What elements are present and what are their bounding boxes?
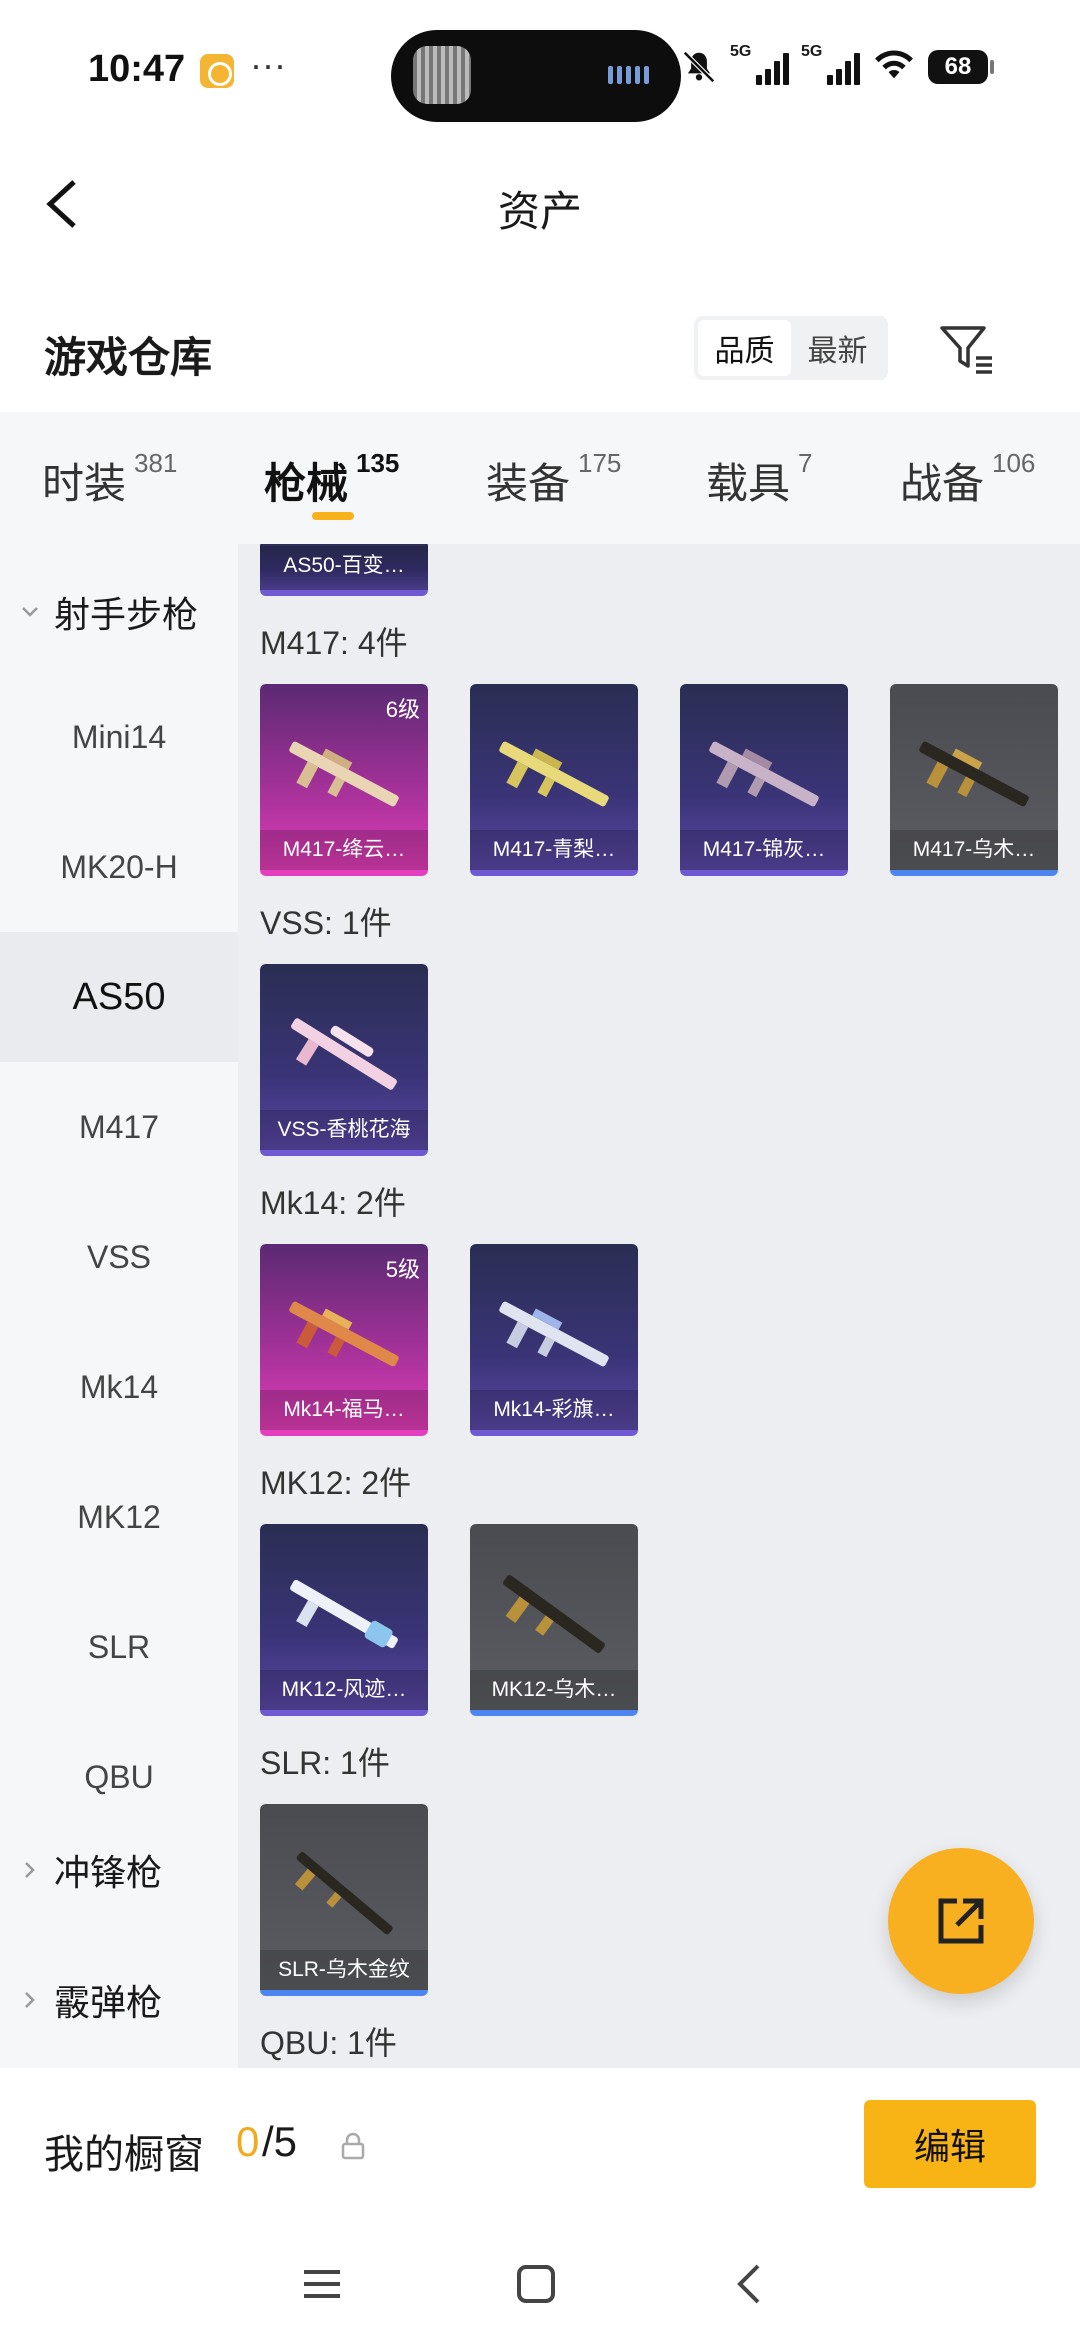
item-card[interactable]: 5级 Mk14-福马… bbox=[260, 1244, 428, 1436]
rifle-icon bbox=[709, 741, 819, 807]
menu-icon[interactable] bbox=[298, 2260, 346, 2308]
more-notifications-indicator: ··· bbox=[250, 44, 286, 85]
warehouse-title: 游戏仓库 bbox=[44, 334, 213, 381]
sidebar-item-mk12[interactable]: MK12 bbox=[0, 1452, 238, 1582]
item-card-name: VSS-香桃花海 bbox=[260, 1110, 428, 1150]
back-icon[interactable] bbox=[726, 2260, 774, 2308]
section-title: MK12: 2件 bbox=[260, 1465, 412, 1501]
item-card[interactable]: 6级 M417-绛云… bbox=[260, 684, 428, 876]
media-thumbnail-icon bbox=[413, 46, 471, 104]
sidebar-item-as50[interactable]: AS50 bbox=[0, 932, 238, 1062]
item-level-badge: 6级 bbox=[385, 697, 420, 722]
item-card[interactable]: M417-乌木… bbox=[890, 684, 1058, 876]
tab-fashion[interactable]: 时装 381 bbox=[42, 448, 177, 511]
showcase-label: 我的橱窗 bbox=[44, 2133, 204, 2177]
sidebar-item-mk20h[interactable]: MK20-H bbox=[0, 802, 238, 932]
section-title: VSS: 1件 bbox=[260, 905, 392, 941]
chevron-down-icon bbox=[22, 607, 38, 617]
status-bar: 10:47 ··· 5G 5G 68 bbox=[0, 0, 1080, 140]
system-nav-bar bbox=[0, 2220, 1080, 2347]
item-grid: AS50-百变… M417: 4件 6级 M417-绛云… M417-青梨… M… bbox=[238, 544, 1080, 2068]
sidebar-group-smg[interactable]: 冲锋枪 bbox=[18, 1844, 162, 1896]
sort-by-quality-button[interactable]: 品质 bbox=[698, 320, 791, 376]
sidebar-item-slr[interactable]: SLR bbox=[0, 1582, 238, 1712]
dynamic-island bbox=[391, 30, 681, 122]
item-card[interactable]: Mk14-彩旗… bbox=[470, 1244, 638, 1436]
mute-bell-icon bbox=[680, 48, 718, 86]
sidebar-group-marksman[interactable]: 射手步枪 bbox=[18, 586, 198, 638]
item-card[interactable]: M417-青梨… bbox=[470, 684, 638, 876]
item-card-name: SLR-乌木金纹 bbox=[260, 1950, 428, 1990]
section-title: M417: 4件 bbox=[260, 625, 408, 661]
sidebar-group-shotgun[interactable]: 霰弹枪 bbox=[18, 1974, 162, 2026]
edit-button[interactable]: 编辑 bbox=[864, 2100, 1036, 2188]
share-button[interactable] bbox=[888, 1848, 1034, 1994]
showcase-count: 0 bbox=[236, 2118, 260, 2165]
item-card[interactable]: VSS-香桃花海 bbox=[260, 964, 428, 1156]
rifle-icon bbox=[291, 1018, 397, 1090]
section-title: SLR: 1件 bbox=[260, 1745, 390, 1781]
status-icons: 5G 5G 68 bbox=[680, 43, 994, 87]
item-card-name: MK12-乌木… bbox=[470, 1670, 638, 1710]
sort-toggle: 品质 最新 bbox=[694, 316, 888, 380]
rifle-icon bbox=[919, 741, 1029, 807]
rifle-icon bbox=[499, 1301, 609, 1367]
item-card-name: Mk14-彩旗… bbox=[470, 1390, 638, 1430]
item-card-name: M417-绛云… bbox=[260, 830, 428, 870]
item-card[interactable]: AS50-百变… bbox=[260, 544, 428, 596]
chevron-right-icon bbox=[25, 1992, 35, 2008]
tab-guns[interactable]: 枪械 135 bbox=[264, 448, 399, 511]
item-card-name: Mk14-福马… bbox=[260, 1390, 428, 1430]
item-card-name: MK12-风迹… bbox=[260, 1670, 428, 1710]
sidebar-item-m417[interactable]: M417 bbox=[0, 1062, 238, 1192]
item-card-name: AS50-百变… bbox=[260, 546, 428, 590]
sidebar-item-vss[interactable]: VSS bbox=[0, 1192, 238, 1322]
app-notification-icon bbox=[200, 54, 234, 88]
chevron-right-icon bbox=[25, 1862, 35, 1878]
rifle-icon bbox=[289, 1301, 399, 1367]
tab-vehicles[interactable]: 载具 7 bbox=[706, 448, 812, 511]
item-level-badge: 5级 bbox=[385, 1257, 420, 1282]
active-tab-indicator bbox=[312, 512, 354, 520]
showcase-total: /5 bbox=[262, 2118, 298, 2165]
page-title: 资产 bbox=[497, 188, 582, 235]
lock-icon bbox=[341, 2132, 365, 2160]
home-icon[interactable] bbox=[512, 2260, 560, 2308]
sidebar-item-qbu[interactable]: QBU bbox=[0, 1712, 238, 1842]
battery-icon: 68 bbox=[928, 49, 994, 84]
item-card[interactable]: MK12-风迹… bbox=[260, 1524, 428, 1716]
filter-icon[interactable] bbox=[936, 318, 996, 378]
sidebar-item-mk14[interactable]: Mk14 bbox=[0, 1322, 238, 1452]
rifle-icon bbox=[503, 1575, 605, 1653]
sidebar-item-mini14[interactable]: Mini14 bbox=[0, 672, 238, 802]
item-card-name: M417-青梨… bbox=[470, 830, 638, 870]
showcase-bar: 我的橱窗 0 /5 编辑 bbox=[0, 2068, 1080, 2220]
rifle-icon bbox=[290, 1579, 398, 1649]
wifi-icon bbox=[872, 46, 916, 87]
item-card-name: M417-乌木… bbox=[890, 830, 1058, 870]
section-title: Mk14: 2件 bbox=[260, 1185, 406, 1221]
item-card[interactable]: SLR-乌木金纹 bbox=[260, 1804, 428, 1996]
weapon-type-sidebar: 射手步枪 Mini14 MK20-H AS50 M417 VSS Mk14 MK… bbox=[0, 544, 238, 2068]
status-time: 10:47 bbox=[88, 48, 186, 90]
cellular-signal-icon-2: 5G bbox=[801, 43, 860, 85]
tab-supplies[interactable]: 战备 106 bbox=[900, 448, 1035, 511]
item-card[interactable]: M417-锦灰… bbox=[680, 684, 848, 876]
rifle-icon bbox=[499, 741, 609, 807]
cellular-signal-icon: 5G bbox=[730, 43, 789, 85]
category-tabs: 时装 381 枪械 135 装备 175 载具 7 战备 106 bbox=[0, 412, 1080, 544]
item-card[interactable]: MK12-乌木… bbox=[470, 1524, 638, 1716]
share-external-icon bbox=[938, 1898, 984, 1944]
item-card-name: M417-锦灰… bbox=[680, 830, 848, 870]
section-title: QBU: 1件 bbox=[260, 2025, 397, 2061]
sort-by-newest-button[interactable]: 最新 bbox=[791, 320, 884, 376]
tab-equipment[interactable]: 装备 175 bbox=[486, 448, 621, 511]
rifle-icon bbox=[294, 1852, 393, 1935]
audio-wave-icon bbox=[608, 66, 649, 84]
rifle-icon bbox=[289, 741, 399, 807]
